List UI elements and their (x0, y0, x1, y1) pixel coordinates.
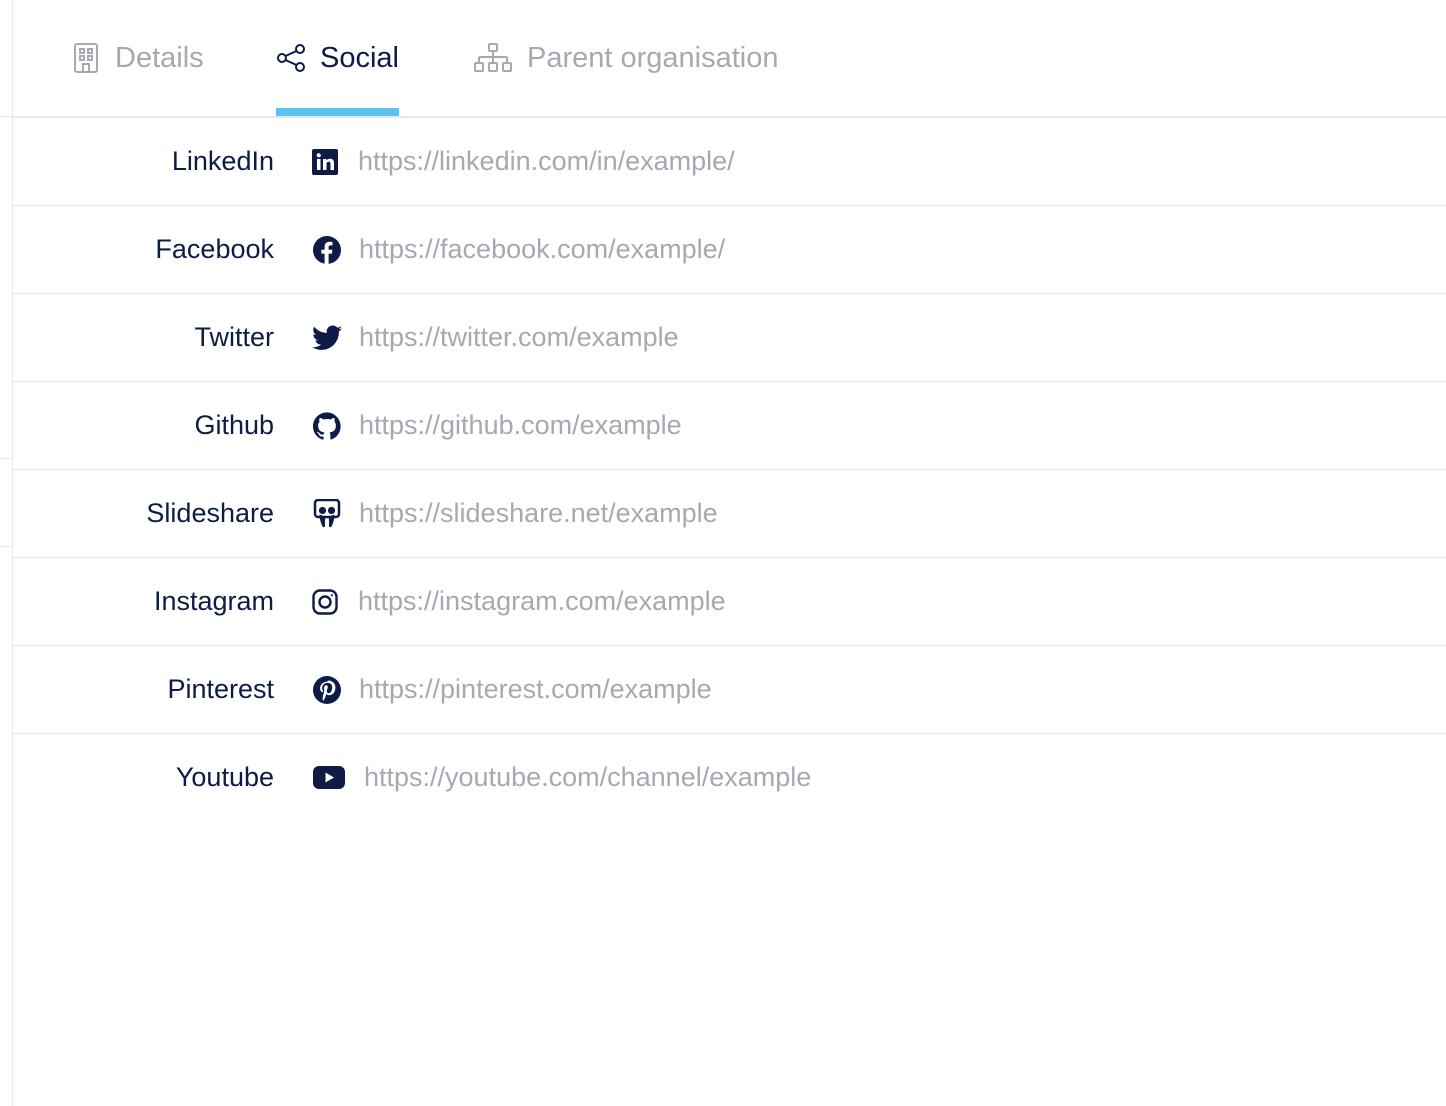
form-row-github: Github (13, 382, 1446, 470)
tab-details[interactable]: Details (71, 0, 204, 116)
twitter-label: Twitter (194, 322, 274, 352)
github-label: Github (194, 410, 274, 440)
building-icon (71, 43, 101, 73)
instagram-icon (310, 558, 340, 645)
form-row-slideshare: Slideshare (13, 470, 1446, 558)
linkedin-url-input[interactable] (354, 136, 1422, 186)
slideshare-url-input[interactable] (355, 488, 1423, 538)
instagram-label: Instagram (153, 586, 274, 616)
linkedin-icon (310, 118, 340, 205)
facebook-icon (311, 206, 343, 293)
social-profile-panel: Details Social Parent organisation Linke… (0, 0, 1446, 1106)
youtube-icon (312, 734, 346, 821)
active-tab-indicator (276, 108, 399, 116)
slideshare-icon (311, 470, 343, 557)
panel-left-tick (0, 458, 12, 459)
share-icon (276, 43, 306, 73)
social-links-form: LinkedIn Facebook Twit (13, 118, 1446, 821)
pinterest-icon (311, 646, 343, 733)
twitter-icon (311, 294, 343, 381)
github-url-input[interactable] (355, 400, 1423, 450)
youtube-url-input[interactable] (360, 752, 1428, 802)
pinterest-label: Pinterest (167, 674, 274, 704)
panel-left-tick (0, 546, 12, 547)
facebook-label: Facebook (155, 234, 274, 264)
form-row-youtube: Youtube (13, 734, 1446, 821)
form-row-instagram: Instagram (13, 558, 1446, 646)
facebook-url-input[interactable] (355, 224, 1423, 274)
slideshare-label: Slideshare (146, 498, 274, 528)
form-row-linkedin: LinkedIn (13, 118, 1446, 206)
twitter-url-input[interactable] (355, 312, 1423, 362)
tab-parent-organisation-label: Parent organisation (527, 41, 779, 74)
tab-parent-organisation[interactable]: Parent organisation (473, 0, 779, 116)
form-row-facebook: Facebook (13, 206, 1446, 294)
tab-bar: Details Social Parent organisation (13, 0, 1446, 118)
panel-left-tick (0, 116, 12, 117)
org-chart-icon (473, 43, 513, 73)
form-row-twitter: Twitter (13, 294, 1446, 382)
pinterest-url-input[interactable] (355, 664, 1423, 714)
form-row-pinterest: Pinterest (13, 646, 1446, 734)
linkedin-label: LinkedIn (171, 146, 274, 176)
tab-social-label: Social (320, 41, 399, 74)
github-icon (311, 382, 343, 469)
tab-details-label: Details (115, 41, 204, 74)
youtube-label: Youtube (175, 762, 274, 792)
instagram-url-input[interactable] (354, 576, 1422, 626)
tab-social[interactable]: Social (276, 0, 399, 116)
